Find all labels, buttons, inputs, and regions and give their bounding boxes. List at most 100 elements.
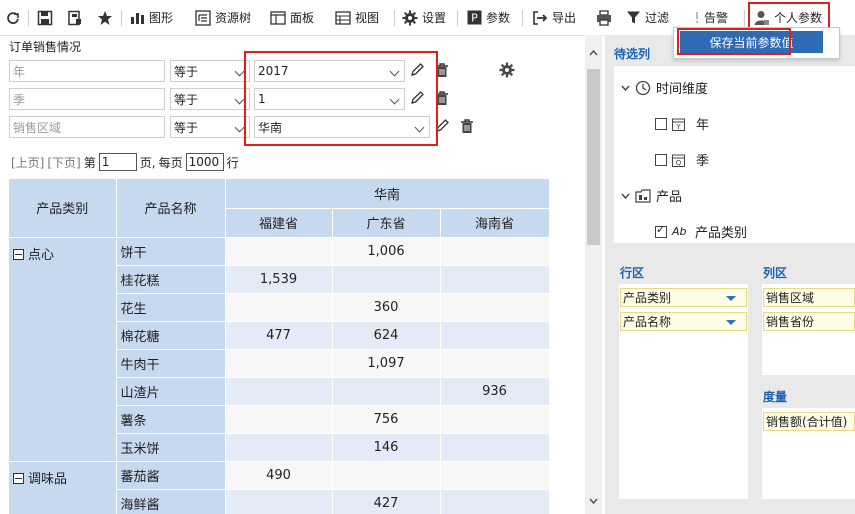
filter-settings-gear-icon[interactable] xyxy=(499,62,515,81)
value-cell xyxy=(225,405,333,434)
tree-node-year[interactable]: Y 年 xyxy=(655,114,709,133)
category-label: 点心 xyxy=(28,247,55,263)
measure-area[interactable]: 销售额(合计值) xyxy=(762,408,855,499)
value-cell: 427 xyxy=(332,489,441,514)
value-cell xyxy=(440,461,549,490)
report-table-wrap: 产品类别 产品名称 华南 福建省 广东省 海南省 点心 饼干 1,006 桂花糕 1,5… xyxy=(9,179,549,514)
param-icon: P xyxy=(467,10,482,25)
value-cell: 360 xyxy=(332,293,441,322)
category-cell[interactable]: 调味品 xyxy=(9,461,117,514)
filter-year-operator[interactable]: 等于 xyxy=(170,60,250,82)
header-category[interactable]: 产品类别 xyxy=(9,179,117,238)
category-label: 调味品 xyxy=(28,471,68,487)
pager-per-page-input[interactable]: 1000 xyxy=(185,153,224,171)
product-name-cell: 薯条 xyxy=(116,405,226,434)
rows-area[interactable]: 产品类别 产品名称 xyxy=(619,284,748,499)
value-cell xyxy=(225,293,333,322)
refresh-icon[interactable] xyxy=(6,0,20,35)
tree-node-product[interactable]: 产品 xyxy=(621,186,682,205)
cols-chip[interactable]: 销售省份 xyxy=(763,312,855,331)
pager-next-link[interactable]: [下页] xyxy=(47,154,80,171)
product-name-cell: 花生 xyxy=(116,293,226,322)
svg-text:Y: Y xyxy=(675,123,681,131)
save-as-icon[interactable] xyxy=(67,0,83,35)
value-cell xyxy=(332,265,441,294)
measure-chip[interactable]: 销售额(合计值) xyxy=(763,412,855,431)
chip-dropdown-icon xyxy=(726,320,736,325)
table-row: 调味品 蕃茄酱 490 xyxy=(9,461,549,514)
tree-node-time[interactable]: 时间维度 xyxy=(621,78,708,97)
header-region[interactable]: 华南 xyxy=(225,179,549,209)
value-cell: 477 xyxy=(225,321,333,350)
value-cell xyxy=(440,293,549,322)
expand-chevron-icon[interactable] xyxy=(621,193,630,199)
report-scrollbar[interactable] xyxy=(585,35,602,514)
quarter-checkbox[interactable] xyxy=(655,153,667,166)
value-cell xyxy=(225,377,333,406)
collapse-minus-icon[interactable] xyxy=(13,472,24,484)
expand-chevron-icon[interactable] xyxy=(621,85,630,91)
rows-area-title: 行区 xyxy=(620,266,645,280)
toolbar-panel-button[interactable]: 面板 xyxy=(270,0,314,35)
toolbar-filter-button[interactable]: 过滤 xyxy=(626,0,669,35)
category-cell[interactable]: 点心 xyxy=(9,237,117,462)
scrollbar-thumb[interactable] xyxy=(587,69,600,245)
filter-quarter-operator[interactable]: 等于 xyxy=(170,88,250,110)
delete-trash-icon[interactable] xyxy=(460,119,474,137)
year-checkbox[interactable] xyxy=(655,117,667,130)
product-name-cell: 牛肉干 xyxy=(116,349,226,378)
tree-node-category[interactable]: Ab 产品类别 xyxy=(655,222,747,241)
scroll-up-icon[interactable] xyxy=(589,50,598,56)
pager-prev-link[interactable]: [上页] xyxy=(11,154,44,171)
tree-node-quarter[interactable]: Q 季 xyxy=(655,150,709,169)
toolbar-settings-button[interactable]: 设置 xyxy=(402,0,446,35)
cols-area[interactable]: 销售区域 销售省份 xyxy=(762,284,855,375)
filter-region-name: 销售区域 xyxy=(9,116,165,138)
measure-area-title: 度量 xyxy=(763,390,788,404)
category-checkbox[interactable] xyxy=(655,223,667,238)
rows-chip[interactable]: 产品名称 xyxy=(620,312,747,331)
export-icon xyxy=(533,10,548,25)
value-cell xyxy=(440,349,549,378)
toolbar-chart-button[interactable]: 图形 xyxy=(130,0,173,35)
toolbar-resource-tree-button[interactable]: 资源树 xyxy=(195,0,251,35)
header-product-name[interactable]: 产品名称 xyxy=(116,179,226,238)
value-cell: 624 xyxy=(332,321,441,350)
save-icon[interactable] xyxy=(37,0,53,35)
report-title: 订单销售情况 xyxy=(9,40,82,54)
rows-chip[interactable]: 产品类别 xyxy=(620,288,747,307)
toolbar-export-button[interactable]: 导出 xyxy=(532,0,576,35)
value-cell xyxy=(440,237,549,266)
filter-region-operator[interactable]: 等于 xyxy=(170,116,250,138)
chip-dropdown-icon xyxy=(726,296,736,301)
tree-node-label: 产品类别 xyxy=(695,226,748,241)
tree-node-label: 时间维度 xyxy=(656,82,709,97)
header-province[interactable]: 海南省 xyxy=(440,208,549,238)
value-cell xyxy=(225,433,333,462)
product-name-cell: 棉花糖 xyxy=(116,321,226,350)
header-province[interactable]: 广东省 xyxy=(332,208,441,238)
panel-icon xyxy=(270,10,286,25)
product-name-cell: 蕃茄酱 xyxy=(116,461,226,490)
toolbar-param-button[interactable]: P 参数 xyxy=(467,0,510,35)
product-name-cell: 桂花糕 xyxy=(116,265,226,294)
header-province[interactable]: 福建省 xyxy=(225,208,333,238)
collapse-minus-icon[interactable] xyxy=(13,248,24,260)
scroll-down-icon[interactable] xyxy=(589,498,598,504)
filter-year-name: 年 xyxy=(9,60,165,82)
filter-quarter-name: 季 xyxy=(9,88,165,110)
resource-tree-icon xyxy=(195,9,211,26)
table-row: 点心 饼干 1,006 xyxy=(9,237,549,462)
toolbar-view-button[interactable]: 视图 xyxy=(335,0,379,35)
toolbar-panel-label: 面板 xyxy=(290,11,315,25)
pager-page-prefix: 第 xyxy=(83,155,96,170)
pager-page-input[interactable]: 1 xyxy=(98,153,137,171)
favorite-star-icon[interactable] xyxy=(97,0,113,35)
print-icon[interactable] xyxy=(596,0,612,35)
value-cell xyxy=(440,489,549,514)
pager-page-suffix: 页, xyxy=(139,155,156,170)
cols-chip[interactable]: 销售区域 xyxy=(763,288,855,307)
value-cell xyxy=(440,265,549,294)
value-cell: 490 xyxy=(225,461,333,490)
calendar-year-icon: Y xyxy=(672,118,685,131)
